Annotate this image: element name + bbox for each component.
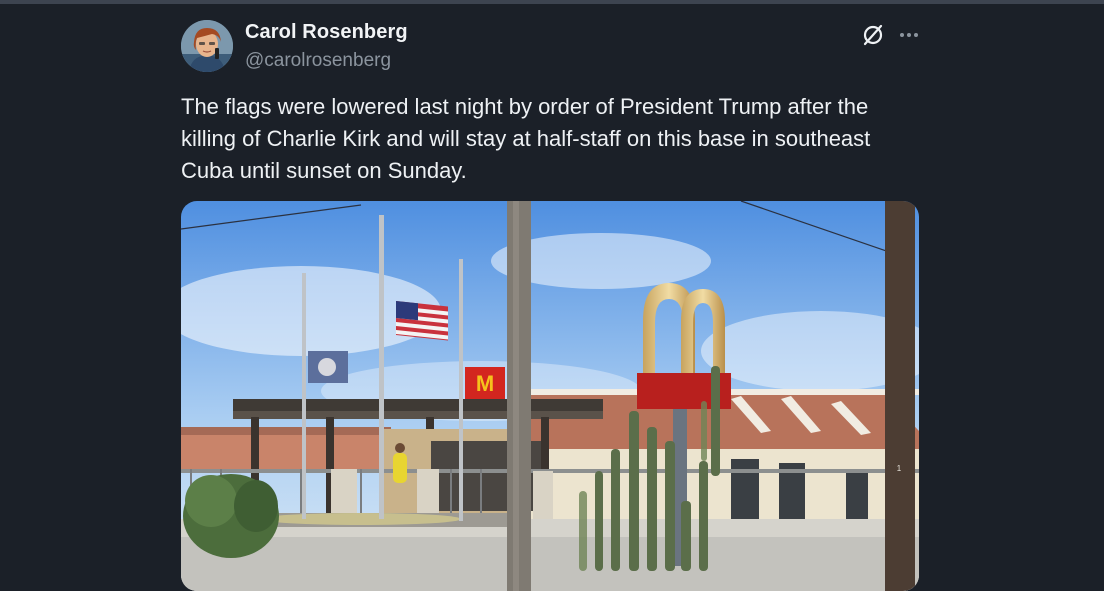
tweet-container: Carol Rosenberg @carolrosenberg The flag…: [0, 0, 1104, 591]
grok-icon[interactable]: [858, 20, 888, 50]
tweet-text-line: The flags were lowered last night by ord…: [181, 94, 869, 119]
author-display-name[interactable]: Carol Rosenberg: [245, 21, 408, 44]
tweet-text-line: killing of Charlie Kirk and will stay at…: [181, 126, 871, 151]
author-handle[interactable]: @carolrosenberg: [245, 50, 391, 72]
tweet-text-line: Cuba until sunset on Sunday.: [181, 158, 467, 183]
tweet-photo[interactable]: M 1: [181, 201, 919, 591]
top-divider: [0, 0, 1104, 4]
tweet-text: The flags were lowered last night by ord…: [181, 91, 941, 187]
avatar[interactable]: [181, 20, 233, 72]
svg-text:1: 1: [897, 464, 902, 473]
more-icon[interactable]: [894, 20, 924, 50]
svg-text:M: M: [476, 371, 494, 396]
